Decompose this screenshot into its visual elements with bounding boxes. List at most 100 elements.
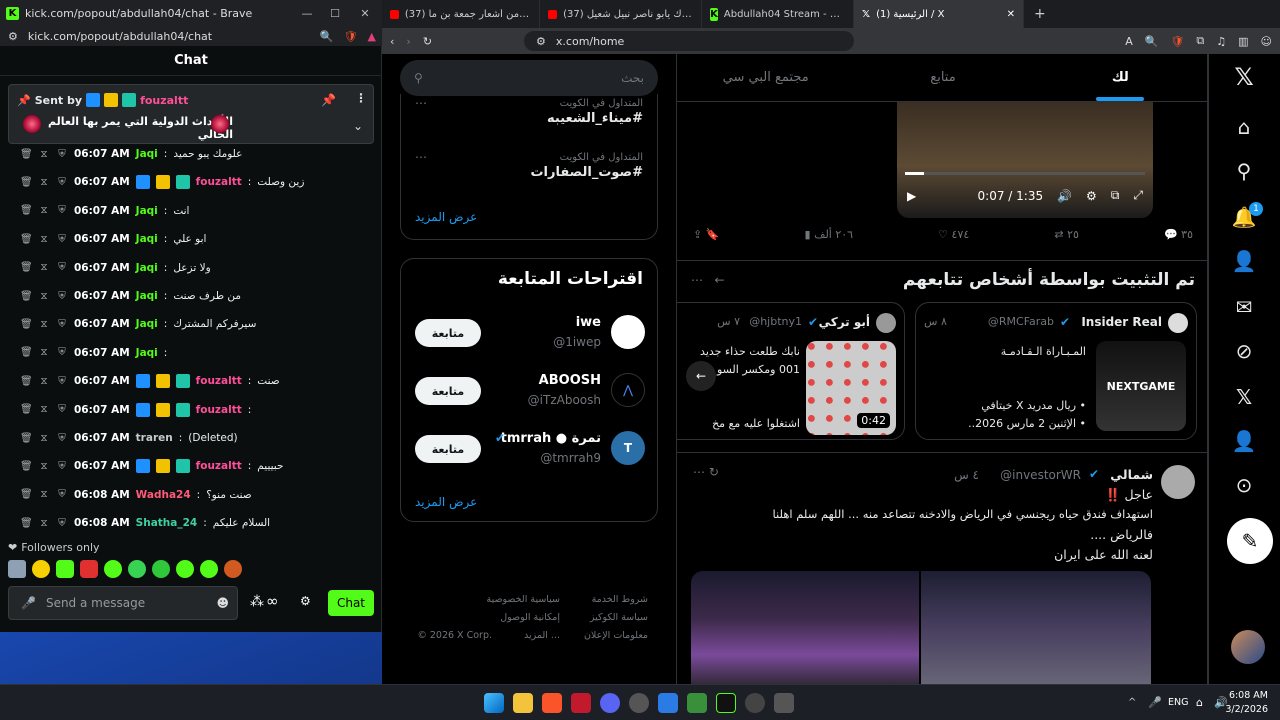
- language-indicator[interactable]: ENG: [1168, 697, 1188, 708]
- message-username[interactable]: Shatha_24: [136, 517, 198, 529]
- points-icon[interactable]: ⁂: [250, 594, 264, 610]
- timeout-icon[interactable]: ⧖: [38, 376, 50, 387]
- settings-icon[interactable]: ⚙: [1086, 189, 1097, 203]
- chat-message[interactable]: 🗑 ⧖ ⛨ 06:07 AM fouzaltt: زين وصلت: [20, 172, 304, 192]
- emoji-icon[interactable]: ☻: [216, 596, 237, 610]
- app-icon[interactable]: [716, 693, 736, 713]
- site-info-icon[interactable]: ⚙: [8, 30, 18, 43]
- chat-message[interactable]: 🗑 ⧖ ⛨ 06:07 AM Jaqi: علومك يبو حميد: [20, 144, 242, 164]
- new-tab-icon[interactable]: +: [1024, 6, 1056, 22]
- carousel-card[interactable]: أبو تركي ✔ @hjbtny1 ٧ س 0:42 نابك طلعت ح…: [677, 302, 905, 440]
- network-icon[interactable]: ⌂: [1196, 696, 1203, 709]
- timeout-icon[interactable]: ⧖: [38, 518, 50, 529]
- message-username[interactable]: fouzaltt: [196, 404, 242, 416]
- timeout-icon[interactable]: ⧖: [38, 262, 50, 273]
- browser-tab[interactable]: K Abdullah04 Stream - Watch Live on Kick: [702, 0, 854, 28]
- brave-shield-icon[interactable]: 🛡: [1170, 35, 1184, 48]
- brave-icon[interactable]: [542, 693, 562, 713]
- follow-suggestion[interactable]: متابعة iwe @1iwep: [415, 311, 645, 355]
- timeout-icon[interactable]: ⧖: [38, 291, 50, 302]
- emote-icon[interactable]: [152, 560, 170, 578]
- chat-message[interactable]: 🗑 ⧖ ⛨ 06:07 AM fouzaltt:: [20, 400, 257, 420]
- discord-icon[interactable]: [600, 693, 620, 713]
- footer-link[interactable]: شروط الخدمة: [592, 594, 648, 605]
- file-explorer-icon[interactable]: [513, 693, 533, 713]
- mod-shield-icon[interactable]: ⛨: [56, 489, 68, 500]
- brave-rewards-icon[interactable]: ▲: [368, 30, 382, 43]
- mod-shield-icon[interactable]: ⛨: [56, 461, 68, 472]
- show-more-link[interactable]: عرض المزيد: [415, 495, 477, 509]
- follow-button[interactable]: متابعة: [415, 377, 481, 405]
- chat-message[interactable]: 🗑 ⧖ ⛨ 06:07 AM Jaqi:: [20, 343, 173, 363]
- timeout-icon[interactable]: ⧖: [38, 205, 50, 216]
- x-logo-icon[interactable]: 𝕏: [1229, 62, 1259, 92]
- minimize-icon[interactable]: —: [292, 0, 322, 26]
- chat-message[interactable]: 🗑 ⧖ ⛨ 06:08 AM Wadha24: صنت منو؟: [20, 485, 252, 505]
- profile-icon[interactable]: ☺: [1261, 35, 1280, 48]
- views-count[interactable]: ▮ ٢٠٦ ألف: [805, 228, 854, 248]
- settings-icon[interactable]: [774, 693, 794, 713]
- emote-icon[interactable]: [176, 560, 194, 578]
- timeout-icon[interactable]: ⧖: [38, 149, 50, 160]
- mod-shield-icon[interactable]: ⛨: [56, 319, 68, 330]
- music-icon[interactable]: ♫: [1216, 35, 1226, 48]
- close-icon[interactable]: ✕: [350, 0, 380, 26]
- delete-icon[interactable]: 🗑: [20, 433, 33, 444]
- pinned-message[interactable]: 📌 Sent by fouzaltt 📌 ⋮ الأحداث الدولية ا…: [8, 84, 374, 144]
- browser-tab[interactable]: (37) خصيم الدار | من أشعار جمعة بن ما: [382, 0, 540, 28]
- app-icon[interactable]: [571, 693, 591, 713]
- translate-icon[interactable]: A: [1125, 35, 1133, 48]
- mod-shield-icon[interactable]: ⛨: [56, 149, 68, 160]
- mic-icon[interactable]: 🎤: [1148, 696, 1162, 709]
- chat-message[interactable]: 🗑 ⧖ ⛨ 06:07 AM Jaqi: ولا تزعل: [20, 258, 211, 278]
- kick-url[interactable]: kick.com/popout/abdullah04/chat: [28, 30, 212, 43]
- timeout-icon[interactable]: ⧖: [38, 319, 50, 330]
- chat-message[interactable]: 🗑 ⧖ ⛨ 06:07 AM Jaqi: انت: [20, 201, 189, 221]
- app-icon[interactable]: [658, 693, 678, 713]
- close-tab-icon[interactable]: ✕: [1007, 9, 1015, 20]
- message-username[interactable]: Jaqi: [136, 205, 158, 217]
- tweet-media[interactable]: [921, 571, 1151, 684]
- emote-icon[interactable]: [224, 560, 242, 578]
- timeout-icon[interactable]: ⧖: [38, 347, 50, 358]
- tab-for-you[interactable]: لك: [1032, 54, 1207, 101]
- timeout-icon[interactable]: ⧖: [38, 461, 50, 472]
- delete-icon[interactable]: 🗑: [20, 291, 33, 302]
- chat-message[interactable]: 🗑 ⧖ ⛨ 06:07 AM Jaqi: سيرفركم المشترك: [20, 314, 256, 334]
- mod-shield-icon[interactable]: ⛨: [56, 376, 68, 387]
- footer-link[interactable]: إمكانية الوصول: [500, 612, 560, 623]
- delete-icon[interactable]: 🗑: [20, 205, 33, 216]
- mod-shield-icon[interactable]: ⛨: [56, 291, 68, 302]
- trend-item[interactable]: المتداول في الكويت #ميناء_الشعيبه: [547, 98, 643, 126]
- mod-shield-icon[interactable]: ⛨: [56, 404, 68, 415]
- message-username[interactable]: Wadha24: [136, 489, 191, 501]
- follow-button[interactable]: متابعة: [415, 319, 481, 347]
- timeout-icon[interactable]: ⧖: [38, 177, 50, 188]
- follow-icon[interactable]: 👤: [1229, 246, 1259, 276]
- footer-link[interactable]: سياسة الكوكيز: [590, 612, 648, 623]
- footer-link[interactable]: معلومات الإعلان: [584, 630, 648, 641]
- message-username[interactable]: Jaqi: [136, 347, 158, 359]
- mod-shield-icon[interactable]: ⛨: [56, 234, 68, 245]
- app-icon[interactable]: [745, 693, 765, 713]
- mod-shield-icon[interactable]: ⛨: [56, 518, 68, 529]
- tab-following[interactable]: متابع: [854, 54, 1031, 101]
- chat-message[interactable]: 🗑 ⧖ ⛨ 06:08 AM Shatha_24: السلام عليكم: [20, 513, 270, 533]
- more-options-icon[interactable]: ⋮: [355, 91, 367, 105]
- more-options-icon[interactable]: ⋯: [415, 150, 427, 164]
- emote-icon[interactable]: [8, 560, 26, 578]
- delete-icon[interactable]: 🗑: [20, 319, 33, 330]
- zoom-icon[interactable]: 🔍: [1145, 35, 1159, 48]
- follow-suggestion[interactable]: متابعة ABOOSH @iTzAboosh ⋀: [415, 369, 645, 413]
- emote-icon[interactable]: [128, 560, 146, 578]
- brave-shield-icon[interactable]: 🛡: [344, 30, 358, 43]
- emote-icon[interactable]: [200, 560, 218, 578]
- mod-shield-icon[interactable]: ⛨: [56, 262, 68, 273]
- footer-link[interactable]: المزيد ...: [524, 630, 560, 641]
- search-input[interactable]: ⚲ بحث: [400, 60, 658, 96]
- chat-message[interactable]: 🗑 ⧖ ⛨ 06:07 AM fouzaltt: حبيييم: [20, 456, 283, 476]
- premium-icon[interactable]: 𝕏: [1229, 382, 1259, 412]
- volume-icon[interactable]: 🔊: [1057, 189, 1072, 203]
- show-more-link[interactable]: عرض المزيد: [415, 210, 477, 224]
- more-options-icon[interactable]: ⋯: [415, 96, 427, 110]
